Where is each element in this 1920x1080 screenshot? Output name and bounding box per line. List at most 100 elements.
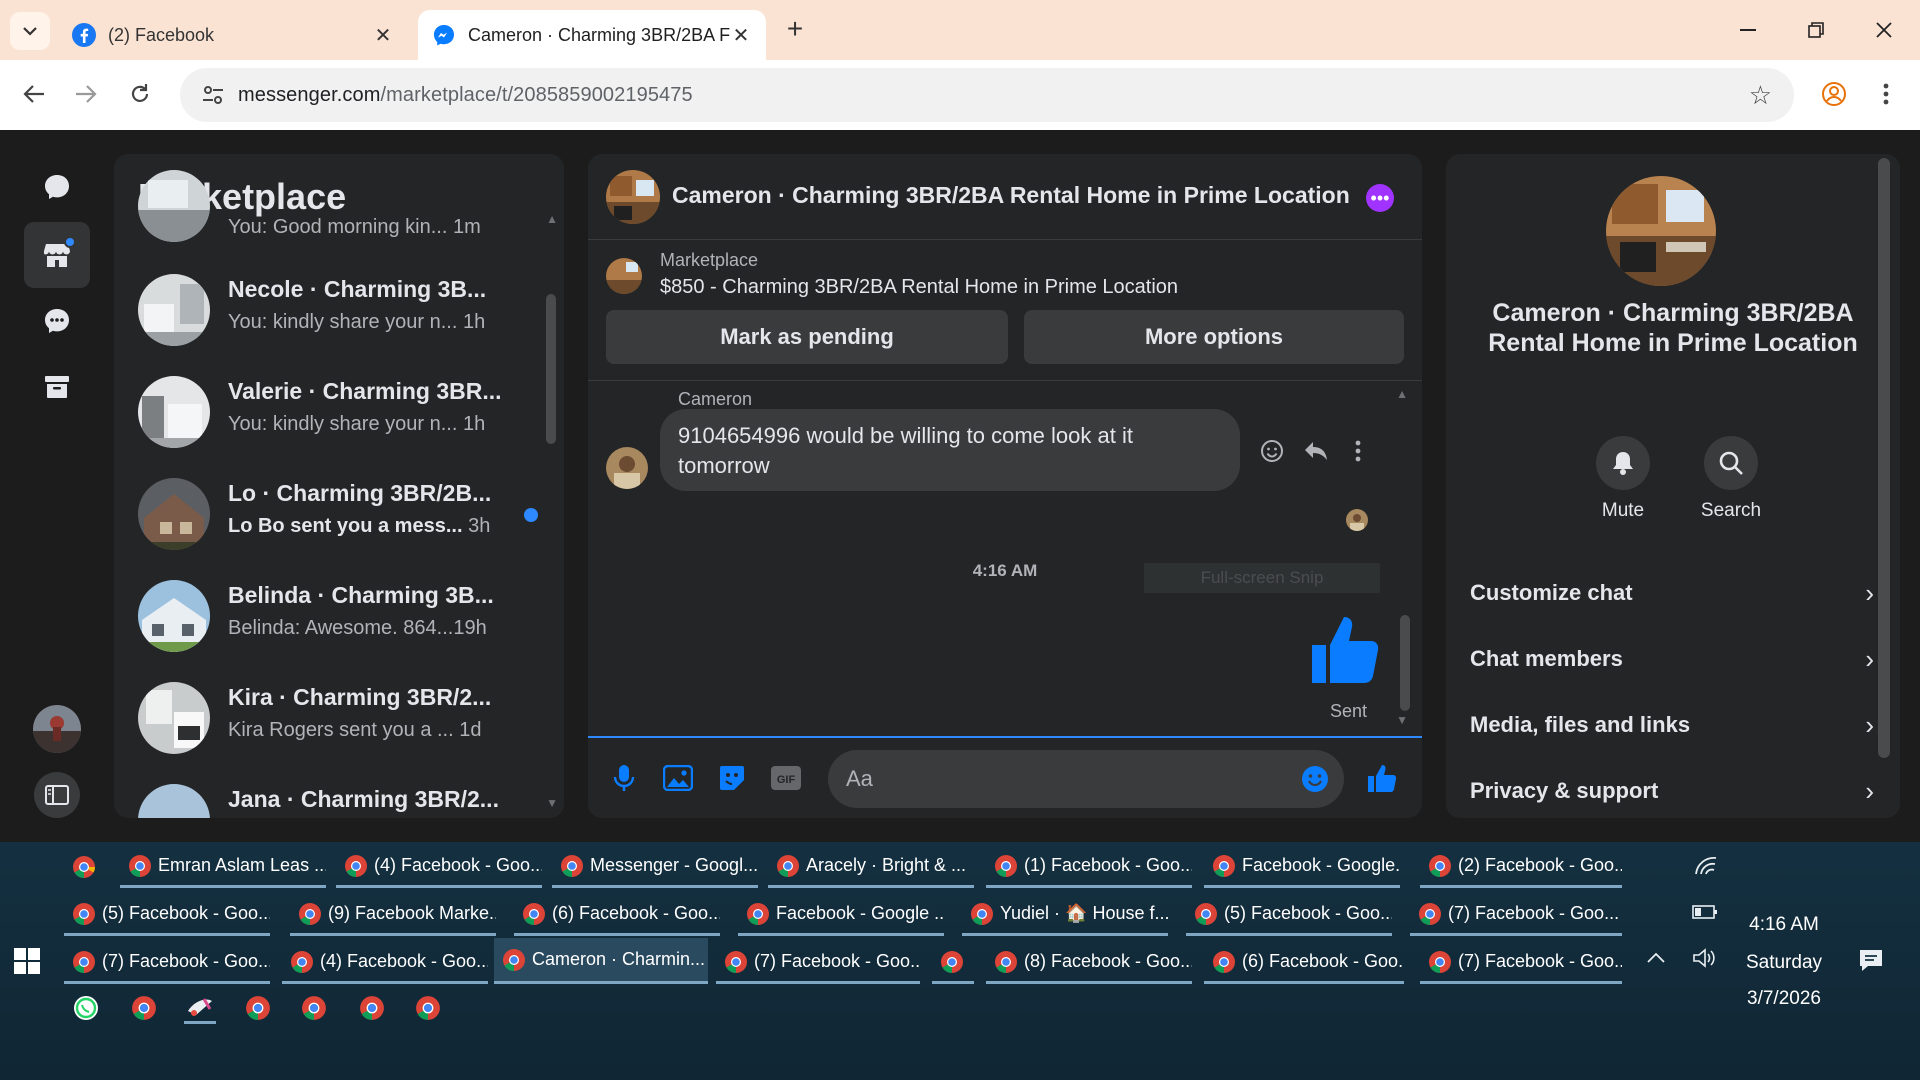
volume-icon[interactable]: [1692, 948, 1718, 968]
conversation-item[interactable]: Necole · Charming 3B... You: kindly shar…: [138, 266, 538, 346]
scroll-down-arrow[interactable]: ▼: [546, 796, 558, 810]
conversation-info-icon[interactable]: •••: [1366, 184, 1394, 212]
taskbar-item[interactable]: (7) Facebook - Goo...: [716, 942, 920, 984]
taskbar-item[interactable]: Emran Aslam Leas ...: [120, 846, 326, 888]
microphone-icon[interactable]: [606, 760, 642, 796]
taskbar-item[interactable]: (9) Facebook Marke...: [290, 894, 496, 936]
close-window-icon[interactable]: [1854, 8, 1914, 52]
chrome-icon[interactable]: [356, 992, 388, 1024]
close-tab-icon[interactable]: ✕: [730, 24, 752, 47]
tab-messenger[interactable]: Cameron · Charming 3BR/2BA F ✕: [418, 10, 766, 60]
listing-thumbnail[interactable]: [606, 170, 660, 224]
snipping-tool-icon[interactable]: [184, 992, 216, 1024]
taskbar-item[interactable]: (2) Facebook - Goo...: [1420, 846, 1622, 888]
reload-icon[interactable]: [120, 74, 160, 114]
taskbar-item[interactable]: Cameron · Charmin...: [494, 938, 708, 984]
taskbar-item[interactable]: (5) Facebook - Goo...: [64, 894, 270, 936]
mute-button[interactable]: Mute: [1583, 436, 1663, 522]
taskbar-item[interactable]: Aracely · Bright & ...: [768, 846, 974, 888]
taskbar-item[interactable]: (4) Facebook - Goo...: [336, 846, 542, 888]
back-arrow-icon[interactable]: [14, 74, 54, 114]
chevron-up-icon[interactable]: [1646, 952, 1666, 964]
emoji-icon[interactable]: [1300, 764, 1330, 794]
conversation-item[interactable]: Kira · Charming 3BR/2... Kira Rogers sen…: [138, 674, 538, 754]
taskbar-item[interactable]: (7) Facebook - Goo...: [1410, 894, 1622, 936]
scrollbar[interactable]: [1400, 615, 1410, 711]
notification-center-icon[interactable]: [1858, 948, 1886, 974]
taskbar-item[interactable]: Messenger - Googl...: [552, 846, 758, 888]
close-tab-icon[interactable]: ✕: [372, 24, 394, 47]
marketplace-icon[interactable]: [24, 222, 90, 288]
avatar[interactable]: [606, 447, 648, 489]
chrome-icon[interactable]: [242, 992, 274, 1024]
chat-title[interactable]: Cameron · Charming 3BR/2BA Rental Home i…: [672, 182, 1350, 209]
taskbar-item[interactable]: (1) Facebook - Goo...: [986, 846, 1192, 888]
taskbar-item[interactable]: [64, 846, 106, 888]
chats-icon[interactable]: [24, 154, 90, 220]
taskbar-item[interactable]: Facebook - Google...: [1204, 846, 1400, 888]
site-info-icon[interactable]: [188, 68, 238, 122]
chrome-icon[interactable]: [128, 992, 160, 1024]
gif-icon[interactable]: GIF: [768, 760, 804, 796]
incoming-message-bubble[interactable]: 9104654996 would be willing to come look…: [660, 409, 1240, 491]
taskbar-item[interactable]: Facebook - Google ...: [738, 894, 944, 936]
search-button[interactable]: Search: [1691, 436, 1771, 522]
archive-icon[interactable]: [24, 354, 90, 420]
conversation-item[interactable]: Jana · Charming 3BR/2...: [138, 776, 538, 818]
sticker-icon[interactable]: [714, 760, 750, 796]
react-emoji-icon[interactable]: [1256, 435, 1288, 467]
scroll-up-arrow[interactable]: ▲: [1396, 387, 1408, 401]
tab-search-chevron-icon[interactable]: [10, 12, 50, 50]
clock-date[interactable]: 3/7/2026: [1734, 988, 1834, 1010]
windows-start-icon[interactable]: [14, 948, 42, 976]
taskbar-item[interactable]: (6) Facebook - Goo...: [514, 894, 720, 936]
conversation-item[interactable]: Lo · Charming 3BR/2B... Lo Bo sent you a…: [138, 470, 538, 550]
taskbar-item[interactable]: (7) Facebook - Goo...: [1420, 942, 1622, 984]
taskbar-item[interactable]: [932, 942, 974, 984]
conversation-item[interactable]: Belinda · Charming 3B... Belinda: Awesom…: [138, 572, 538, 652]
message-requests-icon[interactable]: [24, 288, 90, 354]
scrollbar[interactable]: [546, 294, 556, 444]
taskbar-item[interactable]: (4) Facebook - Goo...: [282, 942, 488, 984]
chrome-icon[interactable]: [412, 992, 444, 1024]
sidebar-toggle-icon[interactable]: [24, 762, 90, 828]
tab-facebook[interactable]: (2) Facebook ✕: [58, 10, 408, 60]
scroll-up-arrow[interactable]: ▲: [546, 212, 558, 226]
more-options-button[interactable]: More options: [1024, 310, 1404, 364]
scrollbar[interactable]: [1878, 158, 1890, 758]
taskbar-item[interactable]: Yudiel · 🏠 House f...: [962, 894, 1168, 936]
chat-members-row[interactable]: Chat members ›: [1470, 632, 1874, 686]
whatsapp-icon[interactable]: [70, 992, 102, 1024]
photo-icon[interactable]: [660, 760, 696, 796]
reply-icon[interactable]: [1300, 435, 1332, 467]
taskbar-item[interactable]: (8) Facebook - Goo...: [986, 942, 1192, 984]
conversation-item[interactable]: Valerie · Charming 3BR... You: kindly sh…: [138, 368, 538, 448]
message-input[interactable]: Aa: [828, 750, 1344, 808]
clock-time[interactable]: 4:16 AM: [1734, 914, 1834, 936]
message-more-icon[interactable]: [1342, 435, 1374, 467]
send-like-icon[interactable]: [1364, 760, 1400, 796]
avatar[interactable]: [24, 696, 90, 762]
chrome-icon[interactable]: [298, 992, 330, 1024]
battery-icon[interactable]: [1692, 904, 1718, 920]
wifi-icon[interactable]: [1694, 856, 1718, 876]
minimize-icon[interactable]: [1718, 8, 1778, 52]
privacy-support-row[interactable]: Privacy & support ›: [1470, 764, 1874, 818]
scroll-down-arrow[interactable]: ▼: [1396, 713, 1408, 727]
clock-day[interactable]: Saturday: [1734, 952, 1834, 974]
new-tab-plus-icon[interactable]: +: [780, 13, 810, 44]
forward-arrow-icon[interactable]: [66, 74, 106, 114]
taskbar-item[interactable]: (5) Facebook - Goo...: [1186, 894, 1392, 936]
profile-icon[interactable]: [1814, 74, 1854, 114]
media-files-links-row[interactable]: Media, files and links ›: [1470, 698, 1874, 752]
taskbar-item[interactable]: (6) Facebook - Goo...: [1204, 942, 1404, 984]
mark-as-pending-button[interactable]: Mark as pending: [606, 310, 1008, 364]
thumbs-up-icon[interactable]: [1308, 611, 1384, 687]
listing-banner[interactable]: Marketplace $850 - Charming 3BR/2BA Rent…: [606, 250, 1406, 304]
bookmark-star-icon[interactable]: ☆: [1749, 80, 1772, 111]
customize-chat-row[interactable]: Customize chat ›: [1470, 566, 1874, 620]
browser-menu-kebab-icon[interactable]: [1866, 74, 1906, 114]
restore-icon[interactable]: [1786, 8, 1846, 52]
taskbar-item[interactable]: (7) Facebook - Goo...: [64, 942, 270, 984]
address-bar[interactable]: messenger.com/marketplace/t/208585900219…: [180, 68, 1794, 122]
